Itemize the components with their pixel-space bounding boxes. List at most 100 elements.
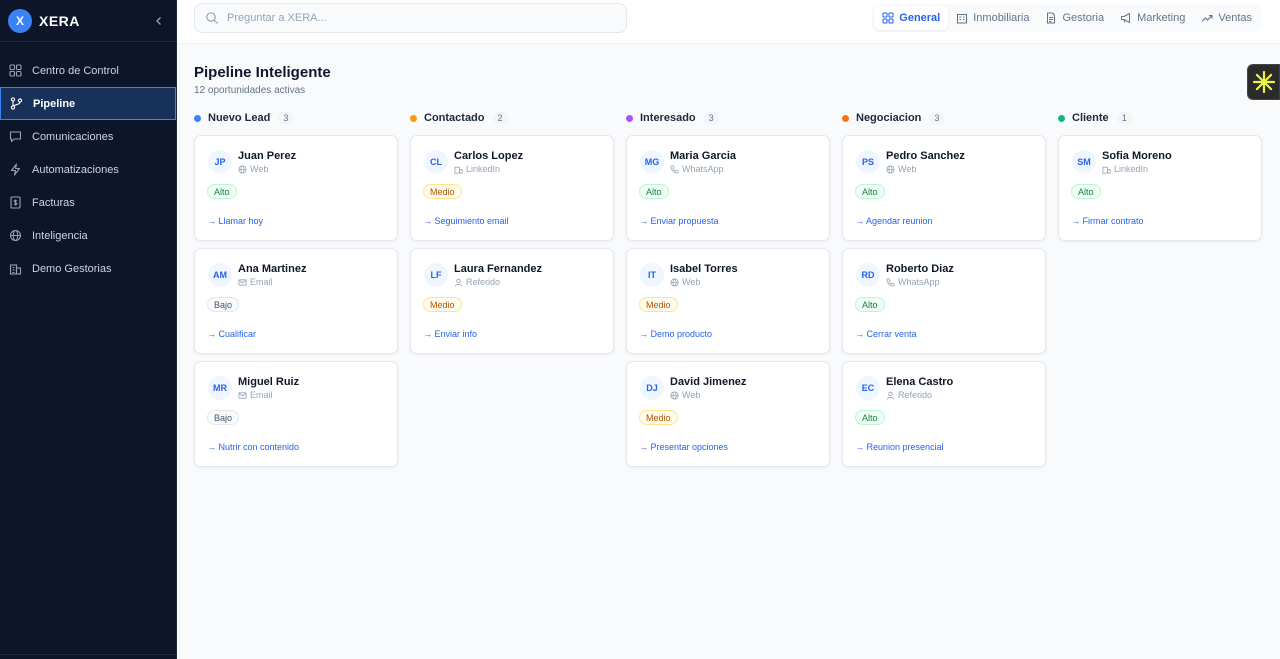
avatar: CL bbox=[424, 150, 448, 174]
next-action-link[interactable]: → Presentar opciones bbox=[639, 442, 728, 452]
lead-card[interactable]: SM Sofia Moreno LinkedIn Alto → Firmar c… bbox=[1058, 135, 1262, 241]
lead-card[interactable]: DJ David Jimenez Web Medio → Presentar o… bbox=[626, 361, 830, 467]
next-action-link[interactable]: → Nutrir con contenido bbox=[207, 442, 299, 452]
bolt-icon bbox=[8, 162, 23, 177]
next-action-link[interactable]: → Enviar info bbox=[423, 329, 477, 339]
next-action-link[interactable]: → Llamar hoy bbox=[207, 216, 263, 226]
tab-ventas[interactable]: Ventas bbox=[1193, 6, 1260, 30]
priority-badge: Alto bbox=[855, 184, 885, 199]
lead-source-label: LinkedIn bbox=[466, 164, 501, 174]
lead-name: Isabel Torres bbox=[670, 263, 738, 275]
stage-dot bbox=[194, 114, 201, 122]
next-action-link[interactable]: → Enviar propuesta bbox=[639, 216, 719, 226]
lead-source: Web bbox=[238, 164, 268, 174]
lead-card[interactable]: LF Laura Fernandez Referido Medio → Envi… bbox=[410, 248, 614, 354]
xera-logo[interactable]: X bbox=[8, 8, 32, 33]
sidebar-item-centro-de-control[interactable]: Centro de Control bbox=[0, 54, 176, 87]
column-header: Cliente 1 bbox=[1058, 110, 1262, 126]
column-contactado: Contactado 2 CL Carlos Lopez LinkedIn Me… bbox=[410, 110, 614, 474]
lead-card[interactable]: EC Elena Castro Referido Alto → Reunion … bbox=[842, 361, 1046, 467]
building-icon bbox=[454, 165, 463, 174]
priority-badge: Medio bbox=[639, 410, 678, 425]
tab-gestoria[interactable]: Gestoria bbox=[1037, 6, 1112, 30]
lead-source: WhatsApp bbox=[886, 277, 940, 287]
chat-icon bbox=[8, 129, 23, 144]
lead-card[interactable]: RD Roberto Diaz WhatsApp Alto → Cerrar v… bbox=[842, 248, 1046, 354]
tab-label: Gestoria bbox=[1062, 12, 1105, 24]
sidebar-item-label: Pipeline bbox=[33, 97, 76, 110]
lead-source-label: Email bbox=[250, 277, 273, 287]
mail-icon bbox=[238, 391, 247, 400]
tab-general[interactable]: General bbox=[874, 6, 949, 30]
search-input[interactable] bbox=[227, 12, 607, 24]
lead-card[interactable]: AM Ana Martinez Email Bajo → Cualificar bbox=[194, 248, 398, 354]
column-cliente: Cliente 1 SM Sofia Moreno LinkedIn Alto … bbox=[1058, 110, 1262, 474]
lead-source-label: Referido bbox=[466, 277, 501, 287]
lead-source-label: WhatsApp bbox=[682, 164, 724, 174]
phone-icon bbox=[670, 165, 679, 174]
sparkle-icon bbox=[1252, 70, 1275, 94]
column-count: 2 bbox=[492, 112, 508, 124]
phone-icon bbox=[886, 278, 895, 287]
sidebar-item-inteligencia[interactable]: Inteligencia bbox=[0, 219, 176, 252]
sidebar-item-demo-gestorias[interactable]: Demo Gestorias bbox=[0, 252, 176, 285]
lead-source: Referido bbox=[454, 277, 500, 287]
lead-source-label: LinkedIn bbox=[1114, 164, 1149, 174]
tab-inmobiliaria[interactable]: Inmobiliaria bbox=[948, 6, 1037, 30]
avatar: JP bbox=[208, 150, 232, 174]
assistant-button[interactable] bbox=[1247, 64, 1280, 100]
next-action-link[interactable]: → Reunion presencial bbox=[855, 442, 944, 452]
next-action-link[interactable]: → Demo producto bbox=[639, 329, 712, 339]
user-icon bbox=[886, 391, 895, 400]
tab-label: Inmobiliaria bbox=[973, 12, 1030, 24]
trend-icon bbox=[1201, 12, 1213, 24]
next-action-link[interactable]: → Agendar reunion bbox=[855, 216, 933, 226]
priority-badge: Bajo bbox=[207, 297, 240, 312]
top-bar: General Inmobiliaria Gestoria Marketing … bbox=[177, 0, 1280, 44]
tab-marketing[interactable]: Marketing bbox=[1112, 6, 1193, 30]
sidebar-item-facturas[interactable]: Facturas bbox=[0, 186, 176, 219]
lead-card[interactable]: CL Carlos Lopez LinkedIn Medio → Seguimi… bbox=[410, 135, 614, 241]
priority-badge: Alto bbox=[855, 410, 885, 425]
column-count: 1 bbox=[1116, 112, 1132, 124]
column-interesado: Interesado 3 MG Maria Garcia WhatsApp Al… bbox=[626, 110, 830, 474]
priority-badge: Medio bbox=[639, 297, 678, 312]
column-header: Nuevo Lead 3 bbox=[194, 110, 398, 126]
lead-name: Carlos Lopez bbox=[454, 150, 524, 162]
priority-badge: Medio bbox=[423, 184, 462, 199]
lead-card[interactable]: MG Maria Garcia WhatsApp Alto → Enviar p… bbox=[626, 135, 830, 241]
next-action-link[interactable]: → Cerrar venta bbox=[855, 329, 917, 339]
priority-badge: Alto bbox=[639, 184, 669, 199]
lead-card[interactable]: IT Isabel Torres Web Medio → Demo produc… bbox=[626, 248, 830, 354]
globe-icon bbox=[8, 228, 23, 243]
column-title: Interesado bbox=[640, 112, 696, 124]
lead-card[interactable]: JP Juan Perez Web Alto → Llamar hoy bbox=[194, 135, 398, 241]
page-subtitle: 12 oportunidades activas bbox=[194, 85, 306, 96]
next-action-link[interactable]: → Seguimiento email bbox=[423, 216, 509, 226]
column-title: Nuevo Lead bbox=[208, 112, 271, 124]
sidebar-item-comunicaciones[interactable]: Comunicaciones bbox=[0, 120, 176, 153]
main-content: Pipeline Inteligente 12 oportunidades ac… bbox=[177, 44, 1280, 659]
lead-card[interactable]: MR Miguel Ruiz Email Bajo → Nutrir con c… bbox=[194, 361, 398, 467]
lead-name: Roberto Diaz bbox=[886, 263, 954, 275]
pipeline-board: Nuevo Lead 3 JP Juan Perez Web Alto → Ll… bbox=[194, 110, 1262, 474]
sidebar-item-automatizaciones[interactable]: Automatizaciones bbox=[0, 153, 176, 186]
lead-source: LinkedIn bbox=[454, 164, 500, 174]
next-action-link[interactable]: → Firmar contrato bbox=[1071, 216, 1144, 226]
sidebar-item-label: Comunicaciones bbox=[32, 130, 114, 143]
search-box[interactable] bbox=[194, 3, 627, 33]
priority-badge: Bajo bbox=[207, 410, 240, 425]
sidebar-item-label: Centro de Control bbox=[32, 64, 119, 77]
next-action-link[interactable]: → Cualificar bbox=[207, 329, 256, 339]
sidebar-item-pipeline[interactable]: Pipeline bbox=[0, 87, 176, 120]
priority-badge: Alto bbox=[207, 184, 237, 199]
search-icon bbox=[205, 11, 219, 25]
column-header: Interesado 3 bbox=[626, 110, 830, 126]
collapse-sidebar-button[interactable] bbox=[150, 12, 168, 30]
lead-card[interactable]: PS Pedro Sanchez Web Alto → Agendar reun… bbox=[842, 135, 1046, 241]
lead-source-label: WhatsApp bbox=[898, 277, 940, 287]
avatar: DJ bbox=[640, 376, 664, 400]
stage-dot bbox=[1058, 114, 1065, 122]
lead-source: Email bbox=[238, 277, 273, 287]
sidebar-nav: Centro de Control Pipeline Comunicacione… bbox=[0, 42, 176, 285]
